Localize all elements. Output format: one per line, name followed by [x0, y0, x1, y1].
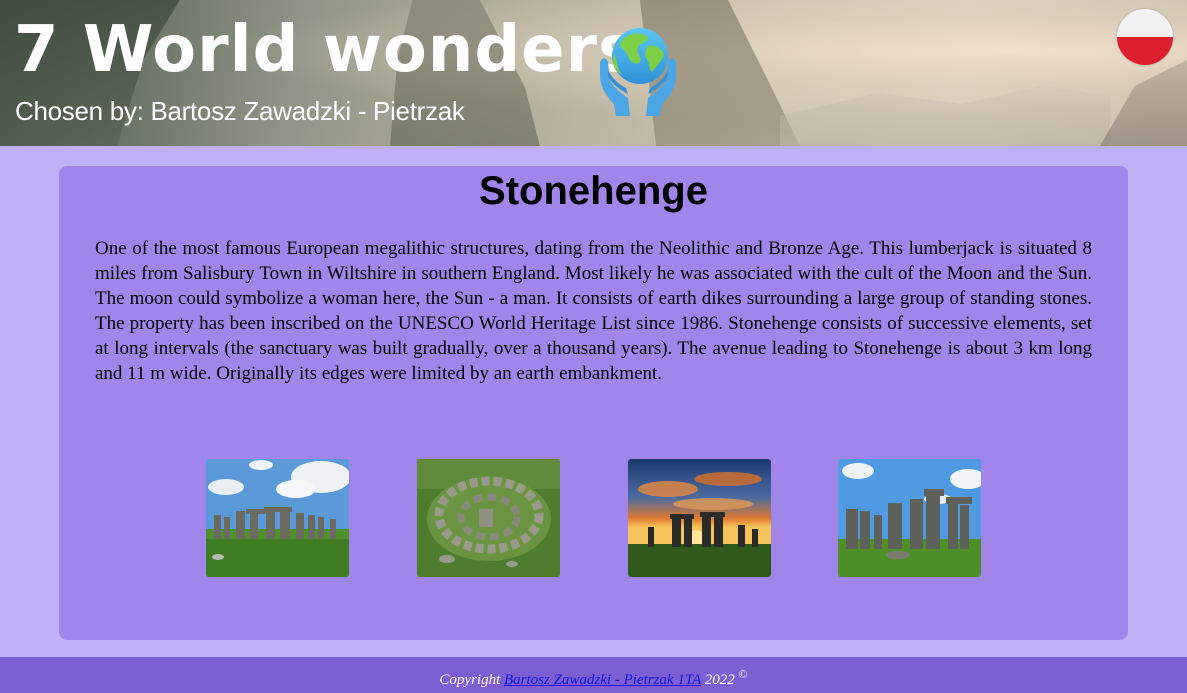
wonder-title: Stonehenge [479, 169, 708, 213]
poland-flag-icon-white [1117, 9, 1173, 37]
banner-mountain-haze [780, 85, 1110, 146]
subtitle: Chosen by: Bartosz Zawadzki - Pietrzak [15, 96, 465, 126]
copyright-symbol: © [738, 667, 748, 681]
site-title: 7 World wonders [14, 13, 638, 87]
photo-gallery [206, 459, 986, 577]
footer-copyright-prefix: Copyright [439, 672, 501, 688]
stonehenge-photo-1[interactable] [206, 459, 349, 577]
header-banner: 7 World wonders Chosen by: Bartosz Zawad… [0, 0, 1187, 146]
stonehenge-photo-4[interactable] [838, 459, 981, 577]
wonder-card: Stonehenge One of the most famous Europe… [59, 166, 1128, 640]
wonder-description: One of the most famous European megalith… [95, 238, 1092, 384]
stonehenge-photo-2[interactable] [417, 459, 560, 577]
footer: Copyright Bartosz Zawadzki - Pietrzak 1T… [0, 657, 1187, 693]
stonehenge-photo-3[interactable] [628, 459, 771, 577]
footer-author-link[interactable]: Bartosz Zawadzki - Pietrzak 1TA [504, 672, 701, 688]
language-switch-poland-flag[interactable] [1117, 9, 1173, 65]
globe-in-hands-icon [596, 24, 680, 118]
footer-year: 2022 [704, 672, 735, 688]
poland-flag-icon-red [1117, 37, 1173, 65]
banner-cliff-far-right [1100, 60, 1187, 146]
